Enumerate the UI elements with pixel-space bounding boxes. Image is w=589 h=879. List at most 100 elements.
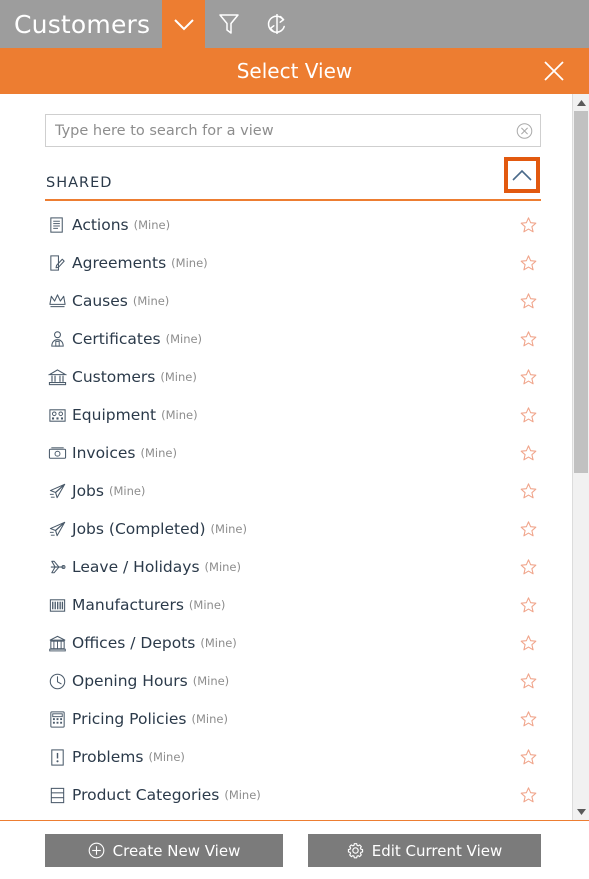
- bank-building-icon: [47, 368, 67, 386]
- barcode-icon: [47, 596, 67, 614]
- favorite-star-icon[interactable]: [520, 483, 537, 500]
- view-list-item[interactable]: Offices / Depots (Mine): [0, 624, 565, 662]
- scroll-down-arrow-icon: [576, 808, 586, 815]
- edit-current-view-label: Edit Current View: [371, 841, 503, 860]
- favorite-star-icon[interactable]: [520, 711, 537, 728]
- app-bar-title: Customers: [14, 9, 151, 39]
- shared-group-label: SHARED: [46, 175, 113, 191]
- create-new-view-label: Create New View: [112, 841, 241, 860]
- view-list-item[interactable]: Manufacturers (Mine): [0, 586, 565, 624]
- search-clear-button[interactable]: [516, 122, 533, 139]
- paper-plane-icon: [47, 520, 67, 538]
- favorite-star-icon[interactable]: [520, 445, 537, 462]
- favorite-star-icon[interactable]: [520, 407, 537, 424]
- plus-circle-icon: [88, 842, 105, 859]
- favorite-star-icon[interactable]: [520, 217, 537, 234]
- scrollbar-up-button[interactable]: [573, 94, 589, 111]
- dialog-close-button[interactable]: [543, 48, 565, 94]
- view-item-owner: (Mine): [160, 370, 197, 384]
- view-item-owner: (Mine): [161, 408, 198, 422]
- stacked-box-icon: [47, 786, 67, 804]
- view-list-item[interactable]: Invoices (Mine): [0, 434, 565, 472]
- view-item-label: Certificates: [72, 330, 161, 348]
- view-list-item[interactable]: Agreements (Mine): [0, 244, 565, 282]
- warning-page-icon: [47, 748, 67, 766]
- view-item-label: Jobs: [72, 482, 104, 500]
- view-item-label: Pricing Policies: [72, 710, 187, 728]
- view-item-label: Jobs (Completed): [72, 520, 206, 538]
- view-list-item[interactable]: Certificates (Mine): [0, 320, 565, 358]
- document-lines-icon: [47, 216, 67, 234]
- view-list-item[interactable]: Problems (Mine): [0, 738, 565, 776]
- chevron-down-icon: [174, 18, 194, 30]
- dialog-title: Select View: [236, 59, 353, 83]
- calculator-icon: [47, 710, 67, 728]
- list-scrollbar[interactable]: [572, 94, 589, 820]
- view-list-item[interactable]: Jobs (Mine): [0, 472, 565, 510]
- filter-button[interactable]: [205, 0, 253, 48]
- view-item-owner: (Mine): [165, 332, 203, 346]
- close-icon: [544, 61, 564, 81]
- view-list-item[interactable]: Opening Hours (Mine): [0, 662, 565, 700]
- favorite-star-icon[interactable]: [520, 749, 537, 766]
- gear-icon: [347, 842, 364, 859]
- view-list-item[interactable]: Causes (Mine): [0, 282, 565, 320]
- view-item-label: Product Categories: [72, 786, 220, 804]
- shared-group-header: SHARED: [45, 157, 541, 201]
- clock-icon: [47, 672, 67, 690]
- view-list-item[interactable]: Actions (Mine): [0, 206, 565, 244]
- favorite-star-icon[interactable]: [520, 673, 537, 690]
- favorite-star-icon[interactable]: [520, 635, 537, 652]
- edit-current-view-button[interactable]: Edit Current View: [308, 834, 541, 867]
- filter-funnel-icon: [219, 14, 240, 34]
- view-item-owner: (Mine): [132, 294, 170, 308]
- crown-icon: [47, 292, 67, 310]
- view-list-item[interactable]: Customers (Mine): [0, 358, 565, 396]
- favorite-star-icon[interactable]: [520, 597, 537, 614]
- favorite-star-icon[interactable]: [520, 331, 537, 348]
- scrollbar-thumb[interactable]: [574, 111, 588, 473]
- favorite-star-icon[interactable]: [520, 293, 537, 310]
- view-list-item[interactable]: Equipment (Mine): [0, 396, 565, 434]
- view-list-item[interactable]: Product Categories (Mine): [0, 776, 565, 814]
- view-item-owner: (Mine): [191, 712, 228, 726]
- scrollbar-down-button[interactable]: [573, 803, 589, 820]
- create-new-view-button[interactable]: Create New View: [45, 834, 283, 867]
- view-list-item[interactable]: Leave / Holidays (Mine): [0, 548, 565, 586]
- view-item-label: Customers: [72, 368, 156, 386]
- view-item-label: Actions: [72, 216, 129, 234]
- shared-group-collapse-button[interactable]: [504, 157, 540, 193]
- app-bar-spacer: [301, 0, 589, 48]
- favorite-star-icon[interactable]: [520, 255, 537, 272]
- refresh-button[interactable]: [253, 0, 301, 48]
- view-selector-chevron-button[interactable]: [162, 0, 206, 48]
- view-item-label: Problems: [72, 748, 144, 766]
- chevron-up-icon: [512, 169, 532, 181]
- favorite-star-icon[interactable]: [520, 559, 537, 576]
- view-item-label: Agreements: [72, 254, 167, 272]
- document-pencil-icon: [47, 254, 67, 272]
- view-list-item[interactable]: Jobs (Completed) (Mine): [0, 510, 565, 548]
- scroll-up-arrow-icon: [576, 99, 586, 106]
- view-item-owner: (Mine): [108, 484, 146, 498]
- view-item-owner: (Mine): [133, 218, 171, 232]
- view-item-owner: (Mine): [148, 750, 185, 764]
- favorite-star-icon[interactable]: [520, 369, 537, 386]
- view-item-label: Leave / Holidays: [72, 558, 200, 576]
- select-view-dialog-screen: Customers Select View Type here to searc…: [0, 0, 589, 879]
- view-list-item[interactable]: Pricing Policies (Mine): [0, 700, 565, 738]
- dialog-body: SHARED Actions(Mine)Agreements(Mine)Caus…: [0, 94, 589, 820]
- money-note-icon: [47, 444, 67, 462]
- paper-plane-icon: [47, 482, 67, 500]
- view-item-owner: (Mine): [140, 446, 177, 460]
- view-item-label: Equipment: [72, 406, 157, 424]
- app-bar: Customers: [0, 0, 589, 48]
- dialog-footer: Create New View Edit Current View: [0, 820, 589, 879]
- view-item-owner: (Mine): [200, 636, 237, 650]
- search-input[interactable]: [45, 114, 541, 147]
- view-item-label: Offices / Depots: [72, 634, 196, 652]
- view-item-label: Causes: [72, 292, 128, 310]
- view-item-owner: (Mine): [188, 598, 226, 612]
- favorite-star-icon[interactable]: [520, 787, 537, 804]
- favorite-star-icon[interactable]: [520, 521, 537, 538]
